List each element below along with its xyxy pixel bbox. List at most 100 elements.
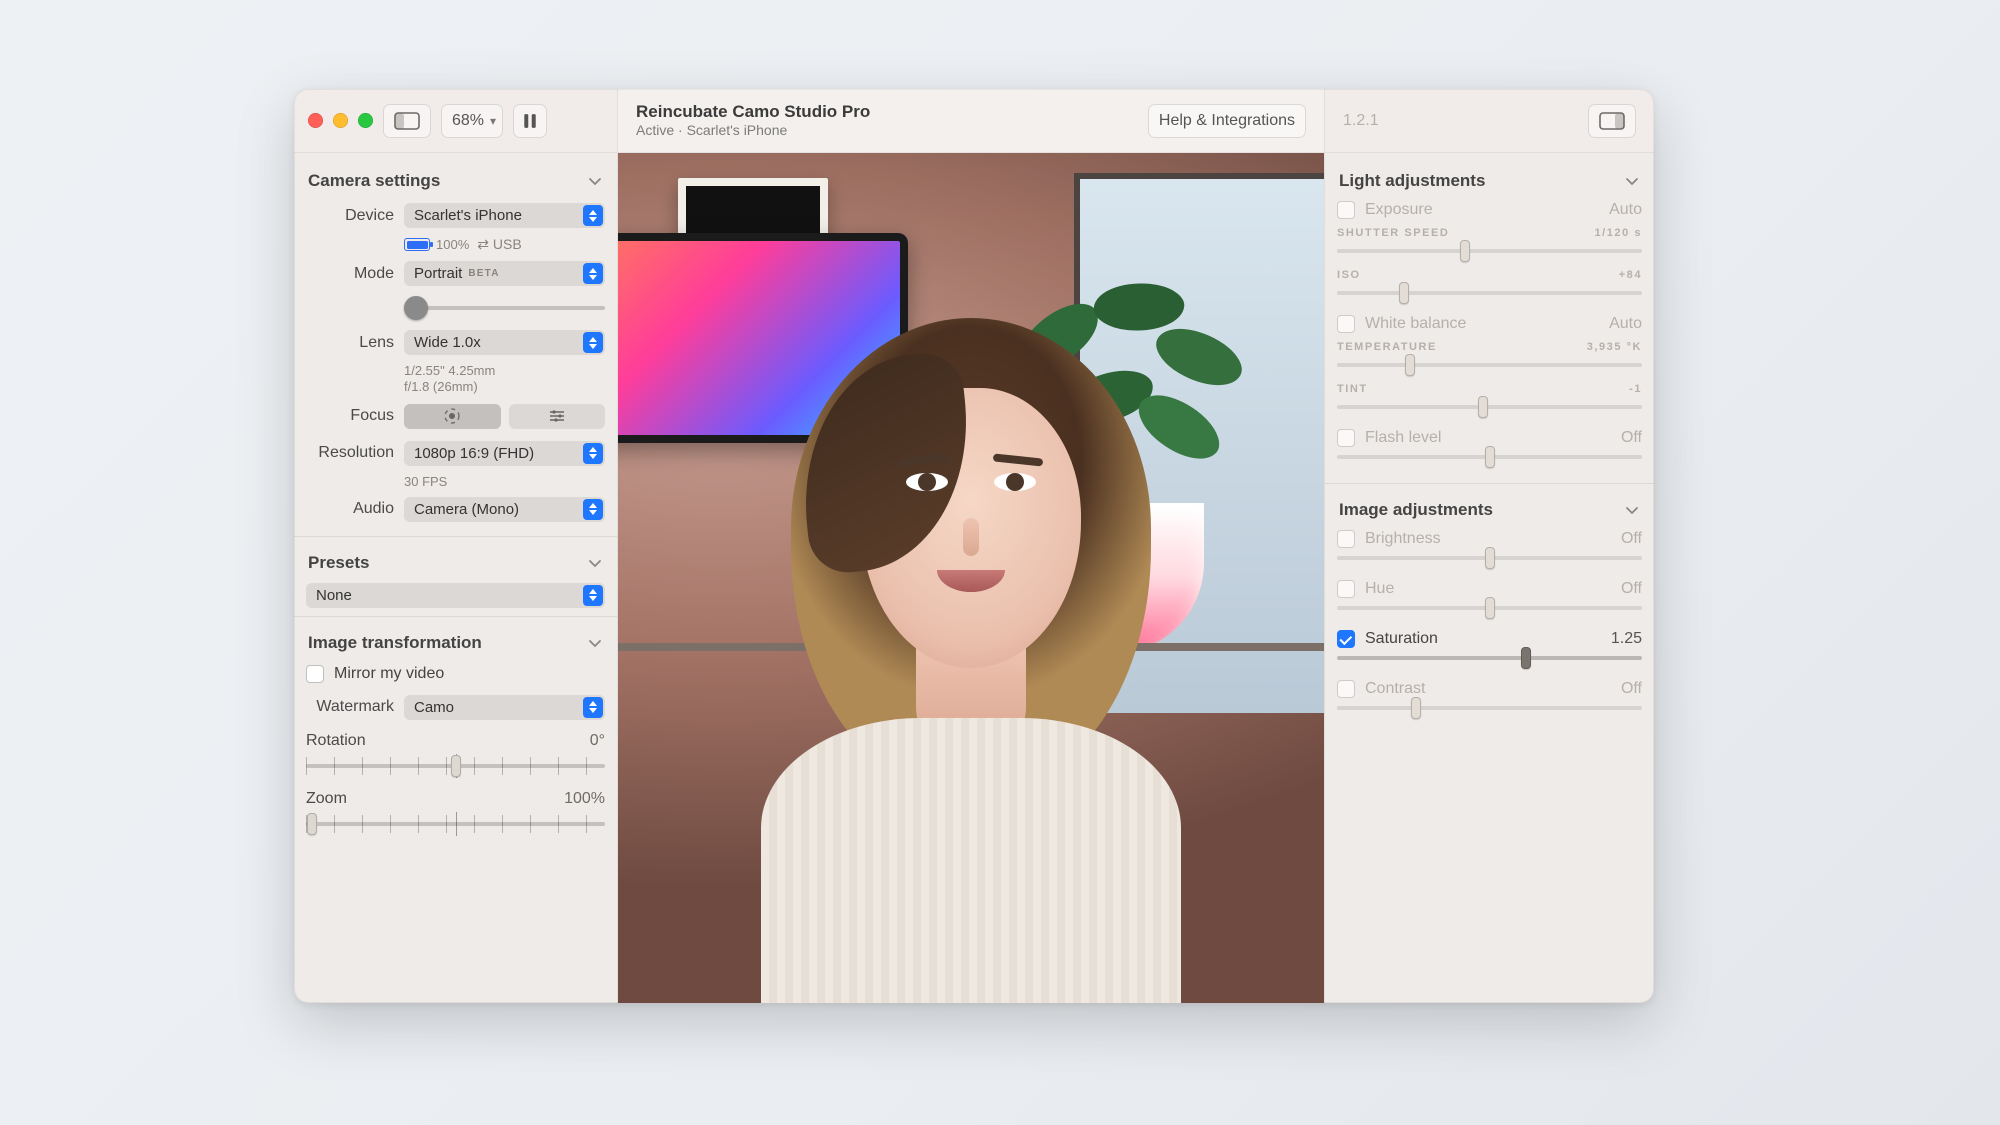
- target-icon: [443, 407, 461, 425]
- app-title: Reincubate Camo Studio Pro: [636, 101, 870, 122]
- flash-value: Off: [1621, 429, 1642, 447]
- camera-settings-title: Camera settings: [308, 171, 440, 191]
- image-transformation-header[interactable]: Image transformation: [306, 625, 605, 659]
- flash-checkbox[interactable]: [1337, 429, 1355, 447]
- device-select[interactable]: Scarlet's iPhone: [404, 203, 605, 228]
- white-balance-checkbox[interactable]: [1337, 315, 1355, 333]
- battery-indicator: 100%: [404, 237, 469, 252]
- maximize-icon[interactable]: [358, 113, 373, 128]
- shutter-speed-slider[interactable]: [1337, 241, 1642, 261]
- subject-illustration: [741, 318, 1201, 1003]
- focus-label: Focus: [306, 407, 394, 425]
- mirror-checkbox[interactable]: [306, 665, 324, 683]
- chevron-down-icon: [587, 555, 603, 571]
- contrast-adjustment: Contrast Off: [1337, 676, 1642, 726]
- video-preview: [618, 153, 1324, 1003]
- right-panel-toggle-button[interactable]: [1588, 104, 1636, 138]
- light-adjustments-header[interactable]: Light adjustments: [1337, 163, 1642, 197]
- stepper-icon: [583, 332, 603, 353]
- stepper-icon: [583, 443, 603, 464]
- mirror-row: Mirror my video: [306, 659, 605, 689]
- left-panel-toggle-button[interactable]: [383, 104, 431, 138]
- focus-auto-button[interactable]: [404, 404, 501, 429]
- zoom-slider[interactable]: [306, 814, 605, 834]
- white-balance-label: White balance: [1365, 315, 1599, 333]
- mirror-label: Mirror my video: [334, 665, 444, 683]
- resolution-select[interactable]: 1080p 16:9 (FHD): [404, 441, 605, 466]
- camera-settings-header[interactable]: Camera settings: [306, 163, 605, 197]
- hue-slider[interactable]: [1337, 598, 1642, 618]
- mode-label: Mode: [306, 265, 394, 283]
- close-icon[interactable]: [308, 113, 323, 128]
- mode-select[interactable]: Portrait BETA: [404, 261, 605, 286]
- device-status: 100% ⇄ USB: [306, 234, 605, 255]
- exposure-checkbox[interactable]: [1337, 201, 1355, 219]
- exposure-adjustment: Exposure Auto SHUTTER SPEED1/120 s ISO+8…: [1337, 197, 1642, 311]
- image-adjustments-title: Image adjustments: [1339, 500, 1493, 520]
- mode-row: Mode Portrait BETA: [306, 255, 605, 292]
- portrait-strength-slider[interactable]: [404, 298, 605, 318]
- lens-row: Lens Wide 1.0x: [306, 324, 605, 361]
- iso-value: +84: [1619, 269, 1642, 281]
- saturation-slider[interactable]: [1337, 648, 1642, 668]
- contrast-slider[interactable]: [1337, 698, 1642, 718]
- rotation-label: Rotation: [306, 732, 580, 750]
- presets-value: None: [316, 587, 352, 604]
- shutter-speed-value: 1/120 s: [1595, 227, 1642, 239]
- pause-icon: [520, 113, 540, 129]
- brightness-checkbox[interactable]: [1337, 530, 1355, 548]
- zoom-dropdown[interactable]: 68% ▾: [441, 104, 503, 138]
- hue-checkbox[interactable]: [1337, 580, 1355, 598]
- temperature-slider[interactable]: [1337, 355, 1642, 375]
- focus-segmented: [404, 404, 605, 429]
- hue-value: Off: [1621, 580, 1642, 598]
- watermark-select[interactable]: Camo: [404, 695, 605, 720]
- zoom-value: 68%: [452, 112, 484, 130]
- iso-slider[interactable]: [1337, 283, 1642, 303]
- audio-select[interactable]: Camera (Mono): [404, 497, 605, 522]
- presets-select[interactable]: None: [306, 583, 605, 608]
- portrait-strength-row: [306, 292, 605, 324]
- tint-label: TINT: [1337, 383, 1368, 395]
- saturation-adjustment: Saturation 1.25: [1337, 626, 1642, 676]
- watermark-value: Camo: [414, 699, 454, 716]
- flash-label: Flash level: [1365, 429, 1611, 447]
- watermark-label: Watermark: [306, 698, 394, 716]
- rotation-slider[interactable]: [306, 756, 605, 776]
- titlebar-right: 1.2.1: [1324, 89, 1654, 153]
- mode-beta-badge: BETA: [468, 268, 499, 279]
- contrast-checkbox[interactable]: [1337, 680, 1355, 698]
- right-panel: Light adjustments Exposure Auto SHUTTER …: [1324, 153, 1654, 1003]
- lens-label: Lens: [306, 334, 394, 352]
- exposure-label: Exposure: [1365, 201, 1599, 219]
- image-adjustments-header[interactable]: Image adjustments: [1337, 492, 1642, 526]
- minimize-icon[interactable]: [333, 113, 348, 128]
- lens-spec: 1/2.55" 4.25mm f/1.8 (26mm): [306, 361, 506, 398]
- hue-adjustment: Hue Off: [1337, 576, 1642, 626]
- saturation-checkbox[interactable]: [1337, 630, 1355, 648]
- brightness-label: Brightness: [1365, 530, 1611, 548]
- chevron-down-icon: [587, 635, 603, 651]
- flash-slider[interactable]: [1337, 447, 1642, 467]
- presets-header[interactable]: Presets: [306, 545, 605, 579]
- rotation-row: Rotation 0°: [306, 726, 605, 756]
- rotation-value: 0°: [590, 732, 605, 750]
- sidebar-right-icon: [1599, 112, 1625, 130]
- brightness-slider[interactable]: [1337, 548, 1642, 568]
- exposure-value: Auto: [1609, 201, 1642, 219]
- title-block: Reincubate Camo Studio Pro Active · Scar…: [636, 101, 870, 140]
- status-line: Active · Scarlet's iPhone: [636, 122, 870, 140]
- focus-manual-button[interactable]: [509, 404, 606, 429]
- zoom-value: 100%: [564, 790, 605, 808]
- tint-slider[interactable]: [1337, 397, 1642, 417]
- device-label: Device: [306, 207, 394, 225]
- battery-icon: [404, 238, 430, 251]
- stepper-icon: [583, 499, 603, 520]
- battery-pct: 100%: [436, 237, 469, 252]
- lens-select[interactable]: Wide 1.0x: [404, 330, 605, 355]
- fps-line: 30 FPS: [306, 472, 605, 491]
- help-integrations-button[interactable]: Help & Integrations: [1148, 104, 1306, 138]
- pause-button[interactable]: [513, 104, 547, 138]
- zoom-label: Zoom: [306, 790, 554, 808]
- help-label: Help & Integrations: [1159, 112, 1295, 130]
